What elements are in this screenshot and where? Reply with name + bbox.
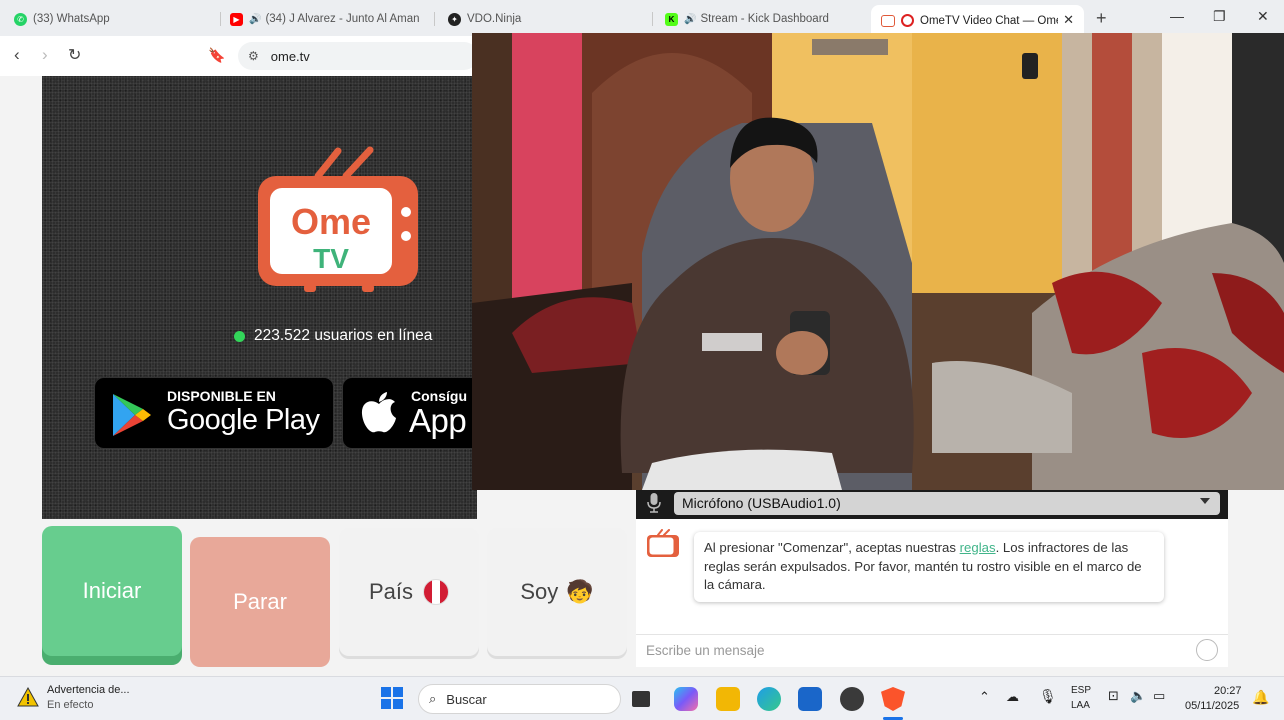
kick-icon: K (665, 12, 678, 26)
tab-ometv[interactable]: OmeTV Video Chat — Omegle ✕ (871, 5, 1084, 36)
online-dot-icon (234, 330, 245, 342)
taskbar-search[interactable]: ⌕ Buscar (418, 684, 621, 714)
brave-icon[interactable] (881, 687, 905, 711)
weather-alert-title[interactable]: Advertencia de... (47, 684, 130, 696)
microphone-icon (647, 493, 661, 513)
microphone-select[interactable]: Micrófono (USBAudio1.0) (674, 492, 1220, 515)
youtube-icon: ▶ (230, 12, 243, 26)
lang-bottom[interactable]: LAA (1071, 700, 1090, 711)
app-store-badge[interactable]: Consígu App (342, 377, 482, 449)
network-icon[interactable]: ⊡ (1108, 688, 1119, 704)
mic-tray-icon[interactable]: 🎙 (1039, 688, 1057, 705)
browser-tab-strip: ✆ (33) WhatsApp ▶ 🔊 (34) J Alvarez - Jun… (0, 0, 1284, 36)
emoji-icon[interactable] (1196, 639, 1218, 661)
address-bar[interactable]: ⚙ ome.tv (238, 42, 478, 70)
stop-label: Parar (233, 589, 287, 614)
gender-button[interactable]: Soy 🧒 (487, 528, 627, 656)
recording-icon (901, 14, 914, 27)
country-label: País (368, 579, 414, 604)
tab-label: (33) WhatsApp (33, 13, 110, 25)
message-placeholder: Escribe un mensaje (646, 643, 765, 658)
whatsapp-icon: ✆ (14, 12, 27, 26)
site-info-icon[interactable]: ⚙ (248, 49, 259, 63)
microphone-bar: Micrófono (USBAudio1.0) (636, 489, 1228, 519)
obs-icon[interactable] (840, 687, 864, 711)
clock-date[interactable]: 05/11/2025 (1185, 700, 1239, 712)
windows-start-icon[interactable] (381, 687, 403, 709)
show-hidden-icons-icon[interactable]: ⌃ (979, 689, 990, 705)
logo-text-ome: Ome (291, 201, 371, 242)
google-play-badge[interactable]: DISPONIBLE EN Google Play (94, 377, 334, 449)
start-label: Iniciar (82, 578, 142, 603)
ometv-icon (881, 14, 895, 27)
store-icon[interactable] (798, 687, 822, 711)
search-label: Buscar (446, 691, 487, 707)
search-icon: ⌕ (429, 691, 437, 706)
task-view-icon[interactable] (632, 691, 650, 707)
country-button[interactable]: País (339, 528, 479, 656)
stop-button[interactable]: Parar (190, 537, 330, 667)
online-users: 223.522 usuarios en línea (234, 327, 432, 345)
online-count: 223.522 usuarios en línea (254, 327, 433, 344)
clock-time[interactable]: 20:27 (1214, 685, 1242, 697)
tab-label: (34) J Alvarez - Junto Al Amanecer (265, 13, 420, 25)
tab-whatsapp[interactable]: ✆ (33) WhatsApp (14, 6, 214, 32)
tab-label: Stream - Kick Dashboard (700, 13, 829, 25)
warning-icon[interactable] (17, 687, 39, 707)
tab-label: OmeTV Video Chat — Omegle (920, 14, 1058, 27)
notifications-icon[interactable]: 🔔 (1252, 689, 1269, 706)
peru-flag-icon (423, 579, 450, 605)
google-play-big-text: Google Play (167, 404, 320, 436)
weather-alert-sub: En efecto (47, 699, 94, 711)
onedrive-icon[interactable]: ☁ (1006, 689, 1019, 705)
ometv-logo: Ome TV (258, 146, 418, 292)
copilot-icon[interactable] (674, 687, 698, 711)
lang-top[interactable]: ESP (1071, 685, 1091, 696)
close-tab-icon[interactable]: ✕ (1063, 12, 1074, 28)
edge-icon[interactable] (757, 687, 781, 711)
minimize-button[interactable]: — (1170, 8, 1184, 24)
back-icon[interactable]: ‹ (14, 45, 20, 65)
rules-link[interactable]: reglas (960, 540, 996, 555)
tab-separator (434, 12, 435, 26)
volume-icon[interactable]: 🔈 (1130, 688, 1146, 704)
chat-panel: Al presionar "Comenzar", aceptas nuestra… (636, 519, 1228, 667)
gender-label: Soy (520, 579, 559, 604)
tab-separator (220, 12, 221, 26)
start-button[interactable]: Iniciar (42, 526, 182, 656)
tab-kick[interactable]: K 🔊 Stream - Kick Dashboard (665, 6, 855, 32)
maximize-button[interactable]: ❐ (1213, 8, 1226, 25)
static-noise-panel (42, 76, 477, 519)
forward-icon[interactable]: › (42, 45, 48, 65)
vdo-ninja-icon: ✦ (448, 12, 461, 26)
microphone-selected: Micrófono (USBAudio1.0) (682, 495, 841, 511)
rules-message: Al presionar "Comenzar", aceptas nuestra… (694, 532, 1164, 602)
tab-label: VDO.Ninja (467, 13, 522, 25)
message-input[interactable]: Escribe un mensaje (636, 634, 1228, 667)
battery-icon[interactable]: ▭ (1153, 688, 1165, 704)
bookmark-icon[interactable]: 🔖 (208, 47, 225, 64)
boy-emoji-icon: 🧒 (566, 579, 594, 604)
app-store-big-text: App (409, 402, 467, 439)
url-text: ome.tv (270, 48, 310, 64)
close-window-button[interactable]: ✕ (1257, 8, 1269, 25)
chevron-down-icon (1200, 498, 1210, 504)
rules-text-part1: Al presionar "Comenzar", aceptas nuestra… (704, 540, 960, 555)
screen: ✆ (33) WhatsApp ▶ 🔊 (34) J Alvarez - Jun… (0, 0, 1284, 720)
ometv-small-logo-icon (647, 529, 679, 557)
google-play-small-text: DISPONIBLE EN (167, 388, 276, 404)
logo-text-tv: TV (313, 243, 349, 274)
speaker-icon: 🔊 (684, 13, 697, 25)
webcam-video (472, 33, 1284, 490)
speaker-icon: 🔊 (249, 13, 262, 25)
reload-icon[interactable]: ↻ (68, 45, 81, 65)
tab-separator (652, 12, 653, 26)
tab-youtube[interactable]: ▶ 🔊 (34) J Alvarez - Junto Al Amanecer (230, 6, 420, 32)
google-play-icon (113, 394, 151, 436)
apple-icon (361, 392, 396, 433)
tab-vdo-ninja[interactable]: ✦ VDO.Ninja (448, 6, 638, 32)
windows-taskbar: Advertencia de... En efecto ⌕ Buscar ⌃ ☁… (0, 676, 1284, 720)
file-explorer-icon[interactable] (716, 687, 740, 711)
new-tab-button[interactable]: + (1096, 8, 1107, 29)
